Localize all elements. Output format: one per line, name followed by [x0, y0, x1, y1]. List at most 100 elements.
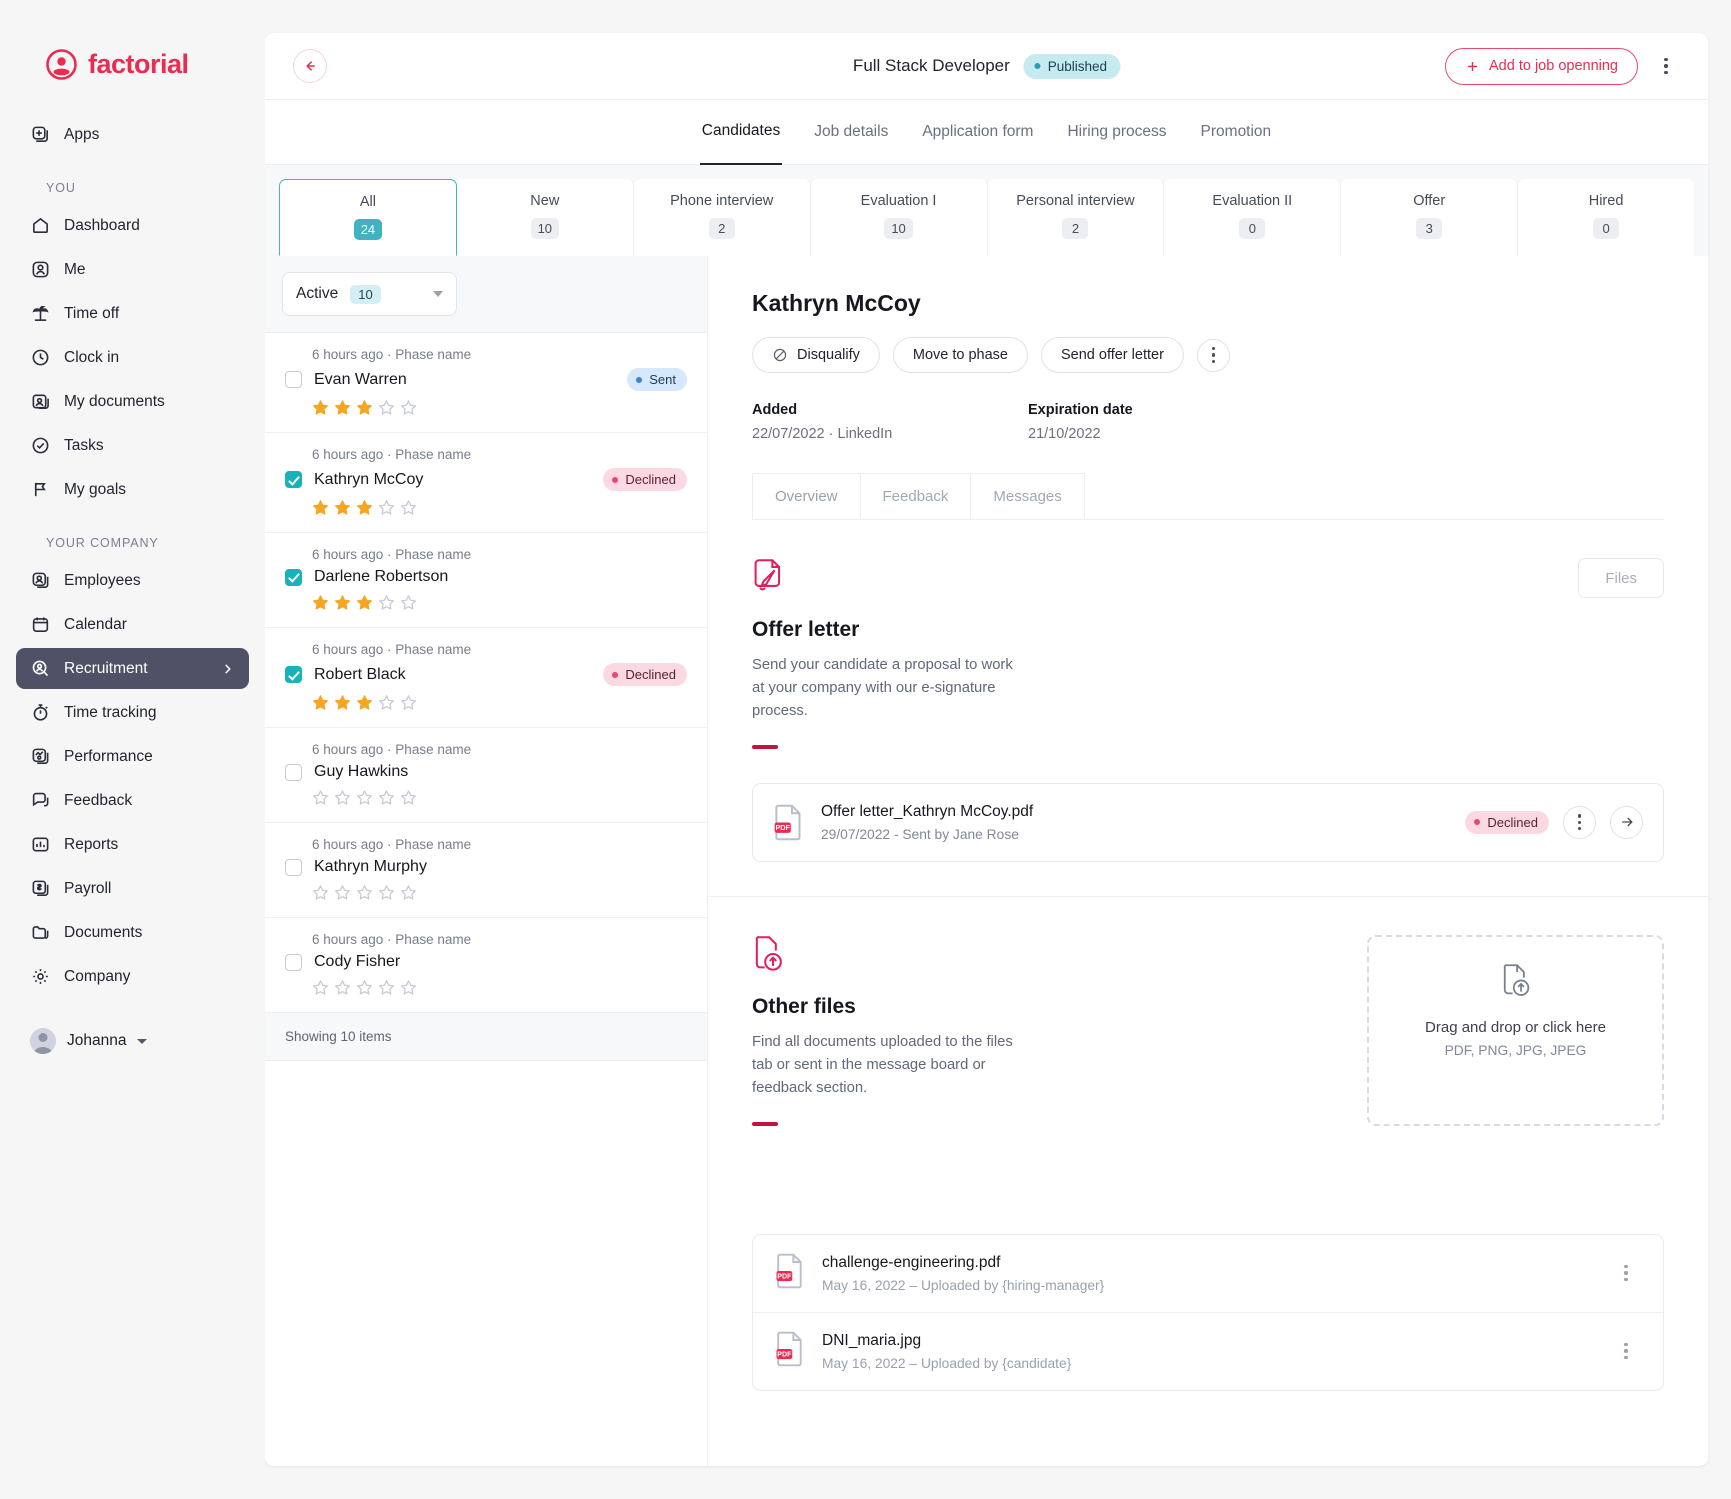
star-icon[interactable] [356, 979, 373, 996]
send-offer-letter-button[interactable]: Send offer letter [1041, 337, 1184, 373]
star-icon[interactable] [400, 884, 417, 901]
tab-promotion[interactable]: Promotion [1199, 100, 1274, 165]
move-to-phase-button[interactable]: Move to phase [893, 337, 1028, 373]
star-icon[interactable] [312, 399, 329, 416]
star-icon[interactable] [312, 694, 329, 711]
star-icon[interactable] [356, 884, 373, 901]
candidate-list-item[interactable]: 6 hours ago · Phase nameCody Fisher [265, 918, 707, 1013]
candidate-checkbox[interactable] [285, 954, 302, 971]
candidate-list-item[interactable]: 6 hours ago · Phase nameDarlene Robertso… [265, 533, 707, 628]
sidebar-item-recruitment[interactable]: Recruitment [16, 648, 249, 689]
star-icon[interactable] [334, 694, 351, 711]
offer-letter-file-card[interactable]: PDF Offer letter_Kathryn McCoy.pdf 29/07… [752, 783, 1664, 862]
star-icon[interactable] [334, 594, 351, 611]
offer-letter-open-button[interactable] [1610, 806, 1643, 839]
star-icon[interactable] [378, 694, 395, 711]
sidebar-item-tasks[interactable]: Tasks [16, 425, 249, 466]
candidate-list-item[interactable]: 6 hours ago · Phase nameKathryn Murphy [265, 823, 707, 918]
phase-tab-offer[interactable]: Offer 3 [1341, 179, 1518, 256]
candidate-list-item[interactable]: 6 hours ago · Phase nameGuy Hawkins [265, 728, 707, 823]
files-button[interactable]: Files [1578, 558, 1664, 598]
sub-tab-messages[interactable]: Messages [970, 473, 1084, 519]
offer-letter-more-options-button[interactable] [1563, 806, 1596, 839]
sidebar-item-my-goals[interactable]: My goals [16, 469, 249, 510]
other-file-row[interactable]: PDFDNI_maria.jpgMay 16, 2022 – Uploaded … [753, 1313, 1663, 1390]
candidate-checkbox[interactable] [285, 471, 302, 488]
star-icon[interactable] [356, 399, 373, 416]
phase-tab-evaluation-i[interactable]: Evaluation I 10 [811, 179, 988, 256]
add-to-job-opening-button[interactable]: Add to job openning [1445, 48, 1638, 85]
sidebar-item-dashboard[interactable]: Dashboard [16, 205, 249, 246]
star-icon[interactable] [400, 789, 417, 806]
star-icon[interactable] [334, 979, 351, 996]
other-file-row[interactable]: PDFchallenge-engineering.pdfMay 16, 2022… [753, 1235, 1663, 1313]
star-icon[interactable] [312, 789, 329, 806]
sidebar-item-my-documents[interactable]: My documents [16, 381, 249, 422]
other-file-more-options-button[interactable] [1611, 1336, 1641, 1366]
sidebar-item-feedback[interactable]: Feedback [16, 780, 249, 821]
star-icon[interactable] [312, 499, 329, 516]
star-icon[interactable] [312, 979, 329, 996]
disqualify-button[interactable]: Disqualify [752, 337, 880, 373]
phase-tab-hired[interactable]: Hired 0 [1518, 179, 1694, 256]
candidate-checkbox[interactable] [285, 764, 302, 781]
sidebar-item-payroll[interactable]: Payroll [16, 868, 249, 909]
candidate-rating[interactable] [285, 789, 687, 806]
star-icon[interactable] [312, 884, 329, 901]
more-options-button[interactable] [1652, 52, 1680, 80]
active-filter-select[interactable]: Active 10 [282, 272, 457, 316]
candidate-checkbox[interactable] [285, 569, 302, 586]
sidebar-item-performance[interactable]: Performance [16, 736, 249, 777]
candidate-rating[interactable] [285, 594, 687, 611]
star-icon[interactable] [378, 594, 395, 611]
star-icon[interactable] [356, 499, 373, 516]
star-icon[interactable] [378, 499, 395, 516]
star-icon[interactable] [356, 694, 373, 711]
tab-job-details[interactable]: Job details [812, 100, 890, 165]
phase-tab-new[interactable]: New 10 [457, 179, 634, 256]
star-icon[interactable] [356, 594, 373, 611]
back-button[interactable] [293, 49, 327, 83]
candidate-rating[interactable] [285, 979, 687, 996]
candidate-checkbox[interactable] [285, 371, 302, 388]
sidebar-item-time-off[interactable]: Time off [16, 293, 249, 334]
candidate-list-item[interactable]: 6 hours ago · Phase nameKathryn McCoyDec… [265, 433, 707, 533]
sidebar-item-clock-in[interactable]: Clock in [16, 337, 249, 378]
other-file-more-options-button[interactable] [1611, 1258, 1641, 1288]
tab-application-form[interactable]: Application form [920, 100, 1035, 165]
star-icon[interactable] [356, 789, 373, 806]
candidate-rating[interactable] [285, 399, 687, 416]
brand-logo[interactable]: factorial [0, 44, 265, 84]
sidebar-item-reports[interactable]: Reports [16, 824, 249, 865]
phase-tab-personal-interview[interactable]: Personal interview 2 [988, 179, 1165, 256]
candidate-rating[interactable] [285, 884, 687, 901]
candidate-list-item[interactable]: 6 hours ago · Phase nameRobert BlackDecl… [265, 628, 707, 728]
tab-hiring-process[interactable]: Hiring process [1065, 100, 1168, 165]
star-icon[interactable] [400, 694, 417, 711]
candidate-checkbox[interactable] [285, 859, 302, 876]
sub-tab-overview[interactable]: Overview [752, 473, 860, 519]
star-icon[interactable] [400, 399, 417, 416]
phase-tab-all[interactable]: All 24 [279, 179, 457, 256]
star-icon[interactable] [378, 399, 395, 416]
sidebar-item-time-tracking[interactable]: Time tracking [16, 692, 249, 733]
star-icon[interactable] [312, 594, 329, 611]
sidebar-item-company[interactable]: Company [16, 956, 249, 997]
candidate-checkbox[interactable] [285, 666, 302, 683]
star-icon[interactable] [378, 789, 395, 806]
sidebar-item-me[interactable]: Me [16, 249, 249, 290]
phase-tab-evaluation-ii[interactable]: Evaluation II 0 [1164, 179, 1341, 256]
star-icon[interactable] [334, 399, 351, 416]
star-icon[interactable] [378, 979, 395, 996]
star-icon[interactable] [400, 594, 417, 611]
star-icon[interactable] [400, 499, 417, 516]
candidate-list-item[interactable]: 6 hours ago · Phase nameEvan WarrenSent [265, 333, 707, 433]
star-icon[interactable] [334, 499, 351, 516]
star-icon[interactable] [334, 789, 351, 806]
phase-tab-phone-interview[interactable]: Phone interview 2 [634, 179, 811, 256]
candidate-rating[interactable] [285, 694, 687, 711]
sidebar-item-employees[interactable]: Employees [16, 560, 249, 601]
file-dropzone[interactable]: Drag and drop or click here PDF, PNG, JP… [1367, 935, 1664, 1126]
sidebar-item-apps[interactable]: Apps [16, 114, 249, 155]
tab-candidates[interactable]: Candidates [700, 100, 782, 165]
